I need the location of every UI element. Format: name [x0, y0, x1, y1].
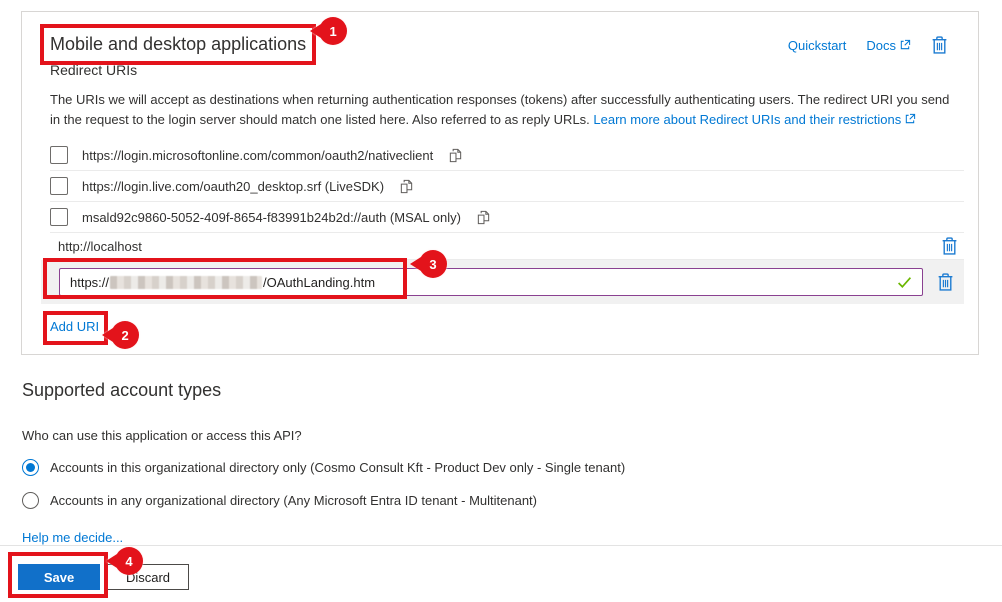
copy-uri-button[interactable] — [476, 210, 491, 225]
trash-icon — [941, 237, 958, 255]
uri-row: https://login.microsoftonline.com/common… — [50, 140, 964, 171]
footer-divider — [0, 545, 1002, 546]
badge-number: 1 — [330, 24, 337, 39]
trash-icon — [937, 273, 954, 291]
annotation-badge-4: 4 — [115, 547, 143, 575]
uri-label: https://login.live.com/oauth20_desktop.s… — [82, 179, 384, 194]
docs-link[interactable]: Docs — [866, 38, 911, 53]
uri-checkbox[interactable] — [50, 208, 68, 226]
learn-more-link[interactable]: Learn more about Redirect URIs and their… — [593, 112, 901, 127]
radio-unselected-icon[interactable] — [22, 492, 39, 509]
external-link-icon — [904, 113, 916, 125]
uri-label: https://login.microsoftonline.com/common… — [82, 148, 433, 163]
delete-uri-button[interactable] — [941, 237, 958, 255]
redacted-url-segment — [110, 276, 262, 289]
card-header: Mobile and desktop applications 1 Quicks… — [22, 12, 978, 55]
uri-row: https://login.live.com/oauth20_desktop.s… — [50, 171, 964, 202]
option-label: Accounts in this organizational director… — [50, 460, 625, 475]
redirect-uri-list: https://login.microsoftonline.com/common… — [50, 140, 964, 304]
radio-selected-icon[interactable] — [22, 459, 39, 476]
delete-uri-button[interactable] — [937, 273, 954, 291]
uri-row-localhost: http://localhost — [50, 233, 964, 260]
mobile-desktop-platform-card: Mobile and desktop applications 1 Quicks… — [21, 11, 979, 355]
copy-icon — [448, 148, 463, 163]
annotation-badge-3: 3 — [419, 250, 447, 278]
docs-link-label: Docs — [866, 38, 896, 53]
annotation-badge-2: 2 — [111, 321, 139, 349]
badge-tail — [410, 257, 421, 271]
uri-label: http://localhost — [58, 239, 142, 254]
account-type-option-single-tenant[interactable]: Accounts in this organizational director… — [22, 459, 625, 476]
copy-icon — [476, 210, 491, 225]
uri-input-prefix: https:// — [70, 275, 109, 290]
uri-checkbox[interactable] — [50, 146, 68, 164]
badge-number: 3 — [429, 257, 436, 272]
valid-checkmark-icon — [897, 276, 912, 289]
option-label: Accounts in any organizational directory… — [50, 493, 537, 508]
supported-account-types-section: Supported account types Who can use this… — [22, 380, 625, 547]
badge-number: 4 — [125, 554, 132, 569]
platform-card-title: Mobile and desktop applications — [50, 33, 306, 55]
uri-label: msald92c9860-5052-409f-8654-f83991b24b2d… — [82, 210, 461, 225]
quickstart-link[interactable]: Quickstart — [788, 38, 847, 53]
help-me-decide-link[interactable]: Help me decide... — [22, 530, 123, 545]
card-header-actions: Quickstart Docs — [788, 36, 948, 54]
app-authentication-page: Mobile and desktop applications 1 Quicks… — [0, 0, 1002, 602]
footer-command-bar: Save 4 Discard — [18, 564, 189, 590]
annotation-badge-1: 1 — [319, 17, 347, 45]
trash-icon — [931, 36, 948, 54]
uri-input-suffix: /OAuthLanding.htm — [263, 275, 375, 290]
badge-tail — [102, 328, 113, 342]
uri-checkbox[interactable] — [50, 177, 68, 195]
copy-uri-button[interactable] — [399, 179, 414, 194]
uri-row: msald92c9860-5052-409f-8654-f83991b24b2d… — [50, 202, 964, 233]
badge-tail — [310, 24, 321, 38]
delete-platform-button[interactable] — [931, 36, 948, 54]
redirect-uris-heading: Redirect URIs — [50, 62, 978, 78]
uri-input-row: https:// /OAuthLanding.htm 3 — [41, 260, 964, 304]
copy-uri-button[interactable] — [448, 148, 463, 163]
badge-number: 2 — [122, 328, 129, 343]
redirect-uris-description: The URIs we will accept as destinations … — [50, 90, 952, 130]
account-types-heading: Supported account types — [22, 380, 625, 401]
redirect-uri-input[interactable]: https:// /OAuthLanding.htm — [59, 268, 923, 296]
external-link-icon — [899, 39, 911, 51]
add-uri-link[interactable]: Add URI — [50, 319, 99, 334]
account-types-question: Who can use this application or access t… — [22, 428, 625, 443]
copy-icon — [399, 179, 414, 194]
save-button[interactable]: Save — [18, 564, 100, 590]
badge-tail — [106, 554, 117, 568]
account-type-option-multitenant[interactable]: Accounts in any organizational directory… — [22, 492, 625, 509]
